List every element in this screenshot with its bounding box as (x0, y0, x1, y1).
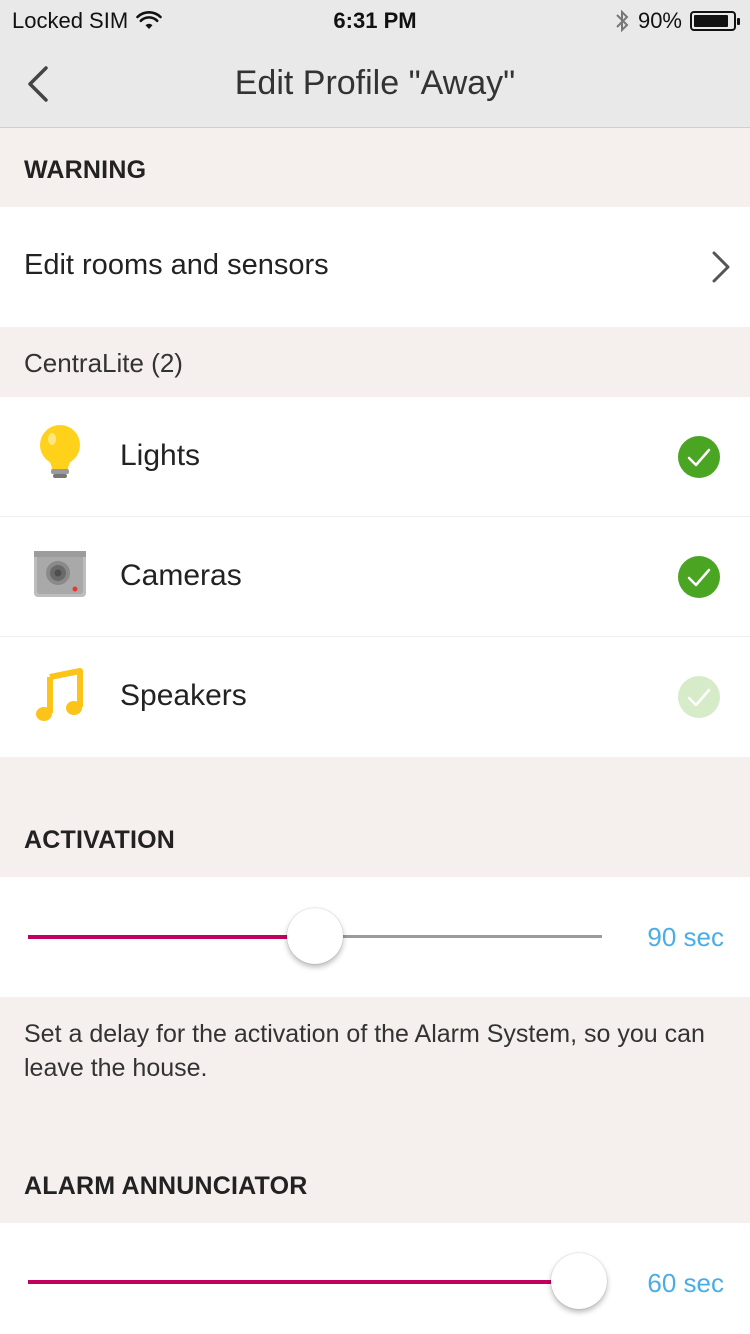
section-header-alarm-annunciator: ALARM ANNUNCIATOR (24, 1172, 308, 1200)
activation-slider-thumb[interactable] (287, 908, 343, 964)
page-title: Edit Profile "Away" (234, 64, 516, 102)
camera-icon (34, 551, 86, 597)
checkmark-icon[interactable] (678, 436, 720, 478)
battery-icon (690, 11, 740, 31)
checkmark-icon[interactable] (678, 676, 720, 718)
activation-value: 90 sec (647, 922, 724, 952)
section-header-warning: WARNING (24, 156, 147, 184)
slider-track-filled[interactable] (28, 935, 315, 939)
checkmark-icon[interactable] (678, 556, 720, 598)
chevron-right-icon (712, 251, 730, 283)
annunciator-slider-thumb[interactable] (551, 1253, 608, 1309)
annunciator-value: 60 sec (647, 1268, 724, 1298)
device-row-lights[interactable]: Lights (0, 397, 750, 517)
annunciator-slider-row: 60 sec (0, 1223, 750, 1334)
device-label: Lights (120, 439, 201, 472)
activation-description: Set a delay for the activation of the Al… (24, 1020, 705, 1082)
slider-track-filled[interactable] (28, 1280, 580, 1284)
slider-track-empty[interactable] (315, 935, 602, 938)
status-bar: Locked SIM 6:31 PM 90% (0, 0, 750, 40)
device-row-speakers[interactable]: Speakers (0, 637, 750, 757)
device-row-cameras[interactable]: Cameras (0, 517, 750, 637)
device-label: Speakers (120, 679, 247, 712)
battery-percent: 90% (637, 8, 682, 33)
device-group-title: CentraLite (2) (24, 348, 183, 378)
edit-rooms-label: Edit rooms and sensors (24, 249, 329, 281)
section-header-activation: ACTIVATION (24, 826, 176, 854)
edit-rooms-row[interactable]: Edit rooms and sensors (0, 207, 750, 327)
activation-slider-row: 90 sec (0, 877, 750, 997)
device-label: Cameras (120, 559, 242, 592)
music-note-icon (36, 668, 83, 721)
battery-fill (694, 15, 729, 27)
lightbulb-icon (40, 425, 80, 478)
navigation-bar: Edit Profile "Away" (0, 40, 750, 128)
bluetooth-icon (616, 9, 629, 33)
